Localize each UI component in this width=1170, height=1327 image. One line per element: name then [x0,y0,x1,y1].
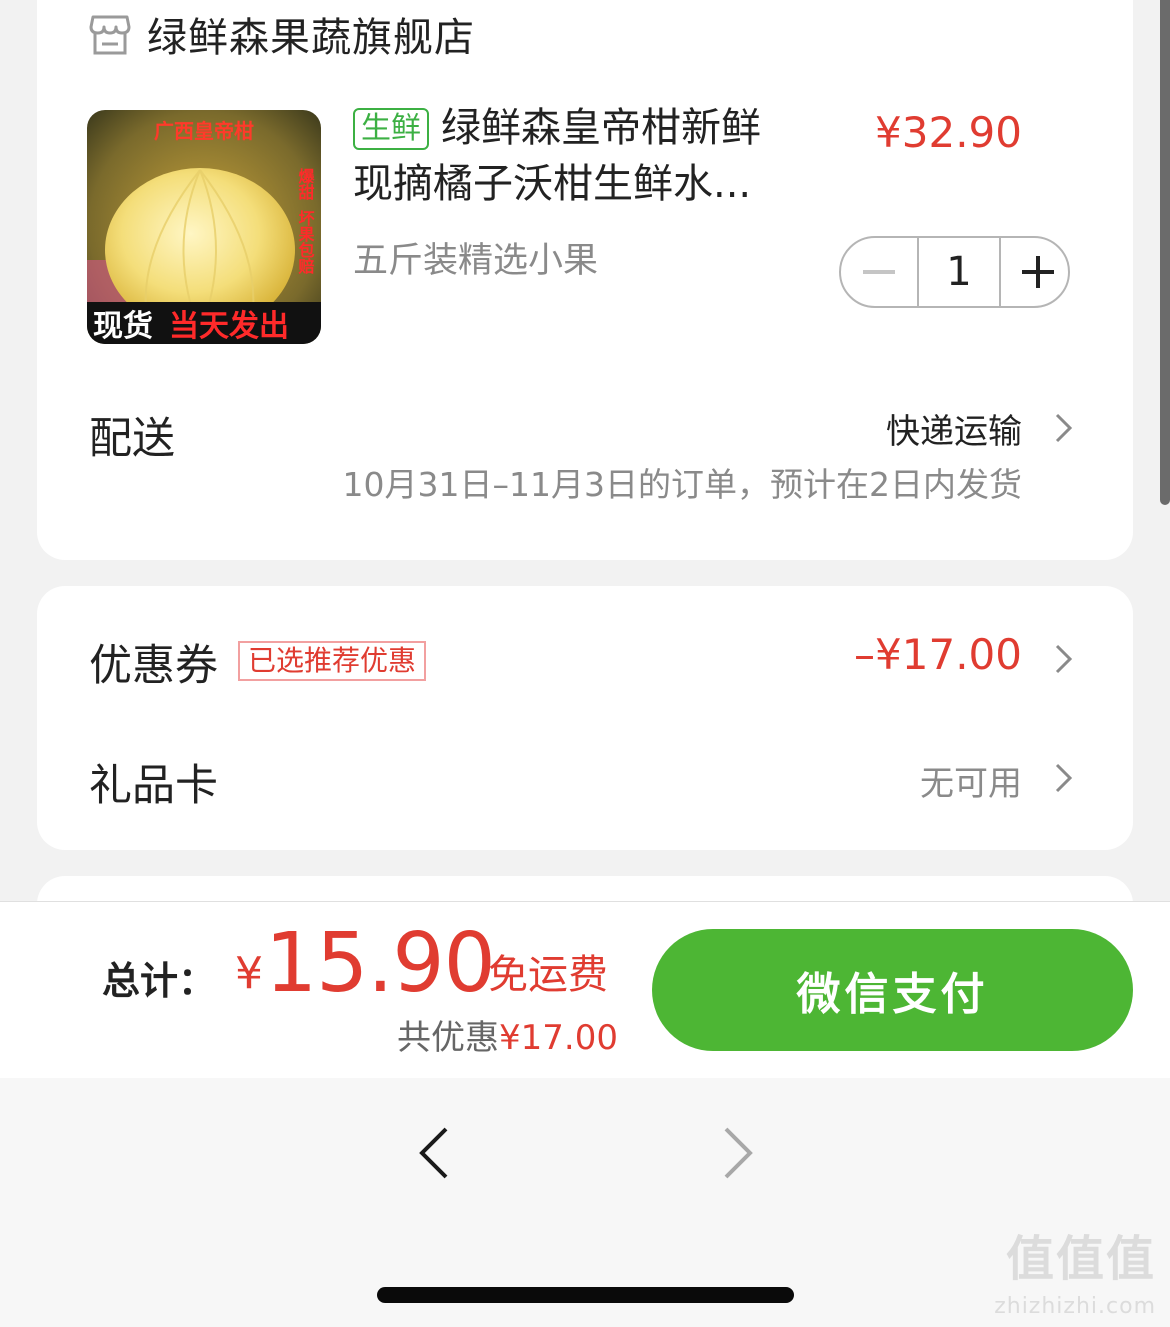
product-title[interactable]: 生鲜 绿鲜森皇帝柑新鲜 现摘橘子沃柑生鲜水... [353,100,813,212]
chevron-right-icon [1055,644,1073,674]
discount-value: ¥17.00 [499,1018,618,1058]
discount-label: 共优惠 [397,1018,500,1058]
store-header[interactable]: 绿鲜森果蔬旗舰店 [89,4,475,64]
scrollbar[interactable] [1160,0,1170,505]
browser-nav-bar: 值值值 zhizhizhi.com [0,1078,1170,1327]
quantity-value[interactable]: 1 [919,238,1001,306]
product-title-line2: 现摘橘子沃柑生鲜水... [353,161,752,207]
image-badge-right: 当天发出 [169,309,289,344]
decrease-button[interactable] [841,238,919,306]
discount-card: 优惠券 已选推荐优惠 –¥17.00 礼品卡 无可用 [37,586,1133,850]
delivery-label: 配送 [89,414,175,464]
image-side-text-2: 坏果包赔 [296,209,316,275]
watermark-logo: 值值值 [1005,1231,1156,1287]
quantity-stepper: 1 [839,236,1070,308]
coupon-label: 优惠券 [89,641,218,691]
wechat-pay-button[interactable]: 微信支付 [652,929,1133,1051]
gift-card-value: 无可用 [920,764,1022,804]
chevron-right-icon [1055,413,1073,443]
watermark-url: zhizhizhi.com [994,1294,1156,1319]
back-arrow-icon[interactable] [414,1125,454,1181]
product-image[interactable]: 广西皇帝柑 爆甜 坏果包赔 现货 当天发出 [87,110,321,344]
plus-icon [1021,256,1054,288]
coupon-value: –¥17.00 [854,630,1022,679]
forward-arrow-icon[interactable] [718,1125,758,1181]
image-side-text-1: 爆甜 [296,167,315,201]
minus-icon [863,270,895,274]
product-spec[interactable]: 五斤装精选小果 [353,232,598,283]
total-discount: 共优惠¥17.00 [397,1010,618,1059]
product-title-line1: 绿鲜森皇帝柑新鲜 [441,105,761,151]
product-price: ¥32.90 [875,108,1022,157]
image-top-text: 广西皇帝柑 [154,119,254,143]
delivery-method: 快递运输 [886,412,1022,452]
free-shipping: 免运费 [488,952,608,998]
increase-button[interactable] [1001,238,1074,306]
gift-card-label: 礼品卡 [89,761,218,811]
delivery-note: 10月31日–11月3日的订单，预计在2日内发货 [342,465,1022,504]
checkout-bar: 总计： ¥ 15.90 免运费 共优惠¥17.00 微信支付 [0,901,1170,1078]
total-currency: ¥ [235,948,263,999]
image-badge-left: 现货 [93,309,153,344]
total-label: 总计： [102,959,217,1003]
store-icon [89,15,131,55]
store-name: 绿鲜森果蔬旗舰店 [147,15,475,61]
total-amount: 15.90 [265,916,496,1011]
fresh-tag: 生鲜 [353,108,429,150]
chevron-right-icon [1055,763,1073,793]
order-item-card: 绿鲜森果蔬旗舰店 广西皇帝柑 爆甜 坏果包赔 现货 当天发出 生鲜 绿鲜森皇帝柑… [37,0,1133,560]
home-indicator[interactable] [377,1287,794,1303]
coupon-tag: 已选推荐优惠 [238,641,427,681]
